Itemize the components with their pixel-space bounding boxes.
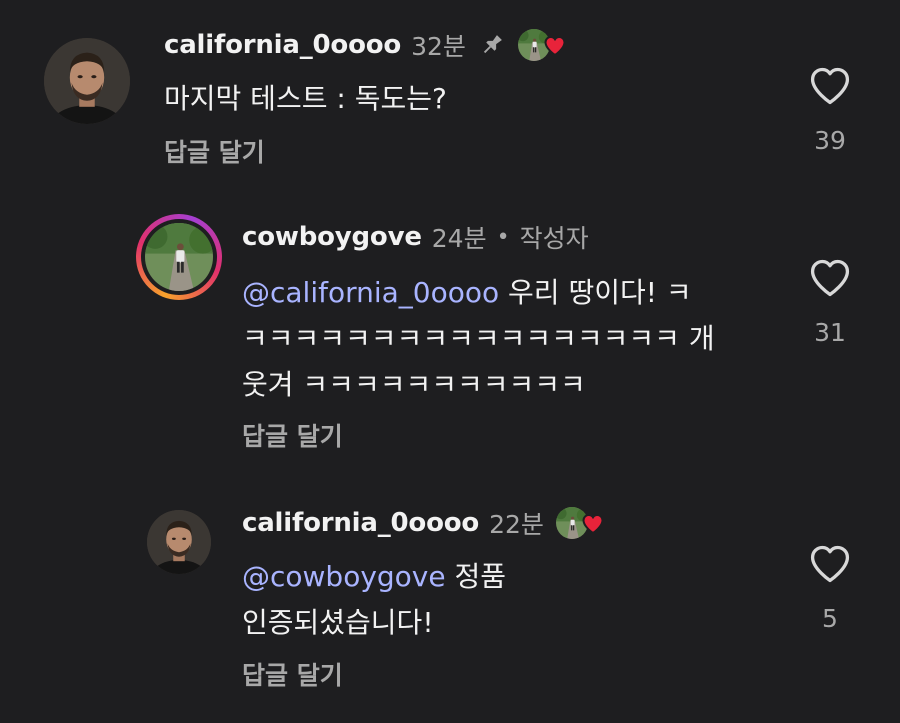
liked-by-author-badge <box>515 26 568 64</box>
heart-filled-icon <box>581 512 605 540</box>
text-line: 웃겨 ㅋㅋㅋㅋㅋㅋㅋㅋㅋㅋㅋ <box>242 368 586 401</box>
reply-item: cowboygove 24분 • 작성자 @california_0oooo 우… <box>0 200 900 480</box>
text-line: 인증되셨습니다! <box>242 606 434 639</box>
heart-icon[interactable] <box>800 64 860 112</box>
pin-icon <box>478 31 506 59</box>
like-count: 39 <box>814 126 846 155</box>
timestamp: 22분 <box>489 510 544 539</box>
username[interactable]: california_0oooo <box>242 508 479 538</box>
heart-icon[interactable] <box>800 256 860 304</box>
avatar[interactable] <box>147 510 211 574</box>
reply-button[interactable]: 답글 달기 <box>242 417 343 453</box>
reply-item: california_0oooo 22분 @cowboygove 정품 인증되셨… <box>0 490 900 723</box>
like-column: 5 <box>800 542 860 633</box>
reply-button[interactable]: 답글 달기 <box>242 656 343 692</box>
avatar <box>145 223 213 291</box>
text-line: @california_0oooo 우리 땅이다! ㅋ <box>242 270 715 316</box>
like-count: 5 <box>822 604 838 633</box>
text-segment: 우리 땅이다! ㅋ <box>499 276 692 309</box>
avatar[interactable] <box>44 38 130 124</box>
timestamp: 32분 <box>411 32 466 61</box>
username[interactable]: california_0oooo <box>164 30 401 60</box>
separator-dot: • <box>496 224 510 250</box>
reply-button[interactable]: 답글 달기 <box>164 133 265 169</box>
author-tag: 작성자 <box>519 224 589 253</box>
comment-text: @california_0oooo 우리 땅이다! ㅋ ㅋㅋㅋㅋㅋㅋㅋㅋㅋㅋㅋㅋ… <box>242 270 715 408</box>
comment-text: @cowboygove 정품 인증되셨습니다! <box>242 554 506 646</box>
username[interactable]: cowboygove <box>242 222 422 252</box>
comment-text: 마지막 테스트 : 독도는? <box>164 82 447 115</box>
mention-link[interactable]: @california_0oooo <box>242 276 499 309</box>
heart-icon[interactable] <box>800 542 860 590</box>
liked-by-author-badge <box>553 504 606 542</box>
mention-link[interactable]: @cowboygove <box>242 560 446 593</box>
timestamp: 24분 <box>431 224 487 253</box>
like-count: 31 <box>814 318 846 347</box>
text-segment: 정품 <box>445 560 507 593</box>
comment-header: cowboygove 24분 • 작성자 <box>242 218 589 256</box>
comment-item: california_0oooo 32분 마지막 테스트 : 독도는? 답글 달… <box>0 0 900 200</box>
text-line: @cowboygove 정품 <box>242 554 506 600</box>
comment-header: california_0oooo 32분 <box>164 26 568 64</box>
heart-filled-icon <box>543 34 567 62</box>
text-line: ㅋㅋㅋㅋㅋㅋㅋㅋㅋㅋㅋㅋㅋㅋㅋㅋㅋ 개 <box>242 322 715 355</box>
like-column: 39 <box>800 64 860 155</box>
comment-header: california_0oooo 22분 <box>242 504 606 542</box>
avatar-story-ring[interactable] <box>136 214 222 300</box>
like-column: 31 <box>800 256 860 347</box>
